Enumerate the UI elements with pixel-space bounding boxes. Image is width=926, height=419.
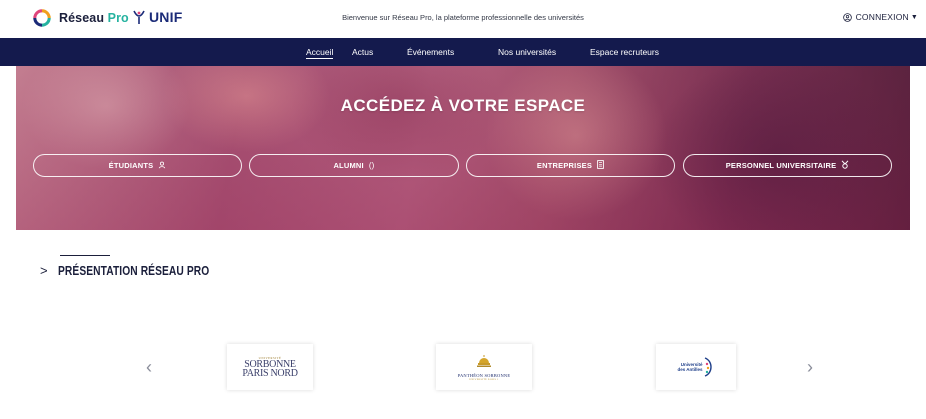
- entreprises-label: ENTREPRISES: [536, 161, 593, 170]
- top-bar: Réseau Pro UNIF Bienvenue sur Réseau Pro…: [0, 0, 926, 38]
- alumni-label: ALUMNI: [333, 161, 364, 170]
- pantheon-dome-icon: [477, 354, 491, 367]
- universite-des-antilles-logo: Université des Antilles: [677, 356, 714, 378]
- carousel-next-button[interactable]: ›: [807, 358, 813, 376]
- user-circle-icon: [842, 12, 852, 22]
- welcome-message: Bienvenue sur Réseau Pro, la plateforme …: [342, 13, 584, 22]
- etudiants-button[interactable]: ÉTUDIANTS: [33, 154, 242, 177]
- chevron-right-icon: >: [40, 263, 48, 278]
- main-navigation: Accueil Actus Événements Nos universités…: [0, 38, 926, 66]
- hero-title: ACCÉDEZ À VOTRE ESPACE: [340, 96, 586, 115]
- presentation-toggle[interactable]: > PRÉSENTATION RÉSEAU PRO: [40, 263, 242, 278]
- carousel-prev-button[interactable]: ‹: [146, 358, 152, 376]
- sorbonne-paris-nord-logo: UNIVERSITÉ SORBONNE PARIS NORD: [242, 356, 298, 379]
- antilles-wave-icon: [704, 357, 712, 377]
- building-icon: [597, 160, 604, 171]
- login-button[interactable]: CONNEXION ▼: [842, 12, 918, 22]
- etudiants-label: ÉTUDIANTS: [108, 161, 154, 170]
- pantheon-sorbonne-logo: PANTHÉON SORBONNE UNIVERSITÉ PARIS 1: [458, 354, 511, 381]
- nav-item-accueil[interactable]: Accueil: [306, 47, 334, 59]
- nav-item-actus[interactable]: Actus: [352, 47, 373, 57]
- logo-pantheon-sorbonne[interactable]: PANTHÉON SORBONNE UNIVERSITÉ PARIS 1: [436, 344, 532, 390]
- alumni-button[interactable]: ALUMNI (): [249, 154, 459, 177]
- personnel-universitaire-button[interactable]: PERSONNEL UNIVERSITAIRE: [683, 154, 892, 177]
- personnel-universitaire-label: PERSONNEL UNIVERSITAIRE: [725, 161, 837, 170]
- parentheses-icon: (): [368, 161, 375, 170]
- nav-item-evenements[interactable]: Événements: [407, 47, 454, 57]
- logo-sorbonne-paris-nord[interactable]: UNIVERSITÉ SORBONNE PARIS NORD: [227, 344, 313, 390]
- section-divider: [60, 255, 110, 256]
- entreprises-button[interactable]: ENTREPRISES: [466, 154, 675, 177]
- presentation-heading: PRÉSENTATION RÉSEAU PRO: [57, 263, 209, 278]
- nav-item-espace-recruteurs[interactable]: Espace recruteurs: [590, 47, 659, 57]
- hero-banner: ACCÉDEZ À VOTRE ESPACE ÉTUDIANTS ALUMNI …: [16, 66, 910, 230]
- award-icon: [841, 160, 849, 171]
- login-label: CONNEXION: [855, 12, 909, 22]
- logo-universite-des-antilles[interactable]: Université des Antilles: [656, 344, 736, 390]
- chevron-down-icon: ▼: [910, 13, 918, 21]
- user-icon: [158, 161, 166, 171]
- nav-item-nos-universites[interactable]: Nos universités: [498, 47, 556, 57]
